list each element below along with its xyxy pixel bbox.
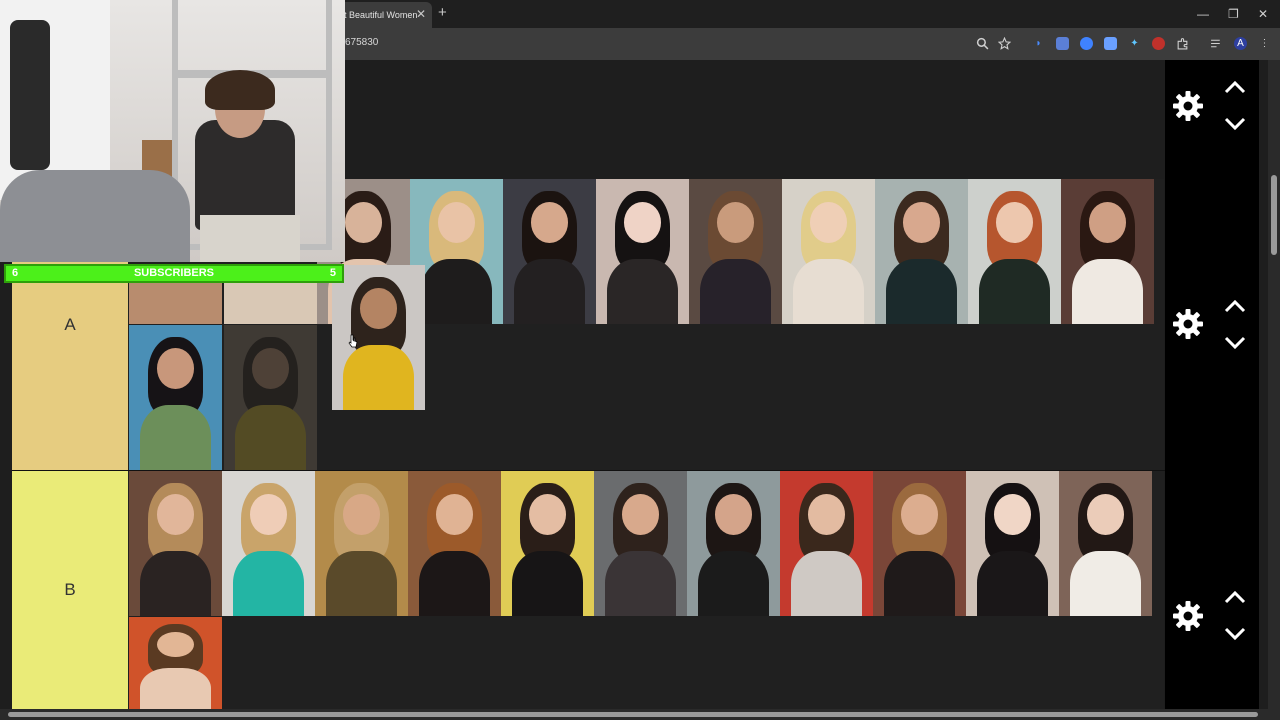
gear-icon[interactable] (1172, 600, 1204, 632)
tier-item[interactable] (501, 471, 594, 616)
tier-item-dragging[interactable] (332, 265, 425, 410)
tier-item[interactable] (503, 179, 596, 324)
profile-avatar-icon[interactable]: A (1234, 37, 1247, 50)
tier-item[interactable] (780, 471, 873, 616)
close-window-button[interactable]: ✕ (1258, 6, 1268, 22)
tier-item[interactable] (875, 179, 968, 324)
zoom-icon[interactable] (976, 37, 989, 50)
webcam-overlay (0, 0, 345, 262)
bookmark-star-icon[interactable] (998, 37, 1011, 50)
extension-s-icon[interactable] (1080, 37, 1093, 50)
tier-item[interactable] (689, 179, 782, 324)
tier-item[interactable] (594, 471, 687, 616)
mouse-cursor-icon (348, 334, 358, 348)
new-tab-button[interactable]: + (438, 5, 447, 21)
restore-button[interactable]: ❐ (1228, 6, 1239, 22)
minimize-button[interactable]: — (1197, 6, 1209, 22)
person-foreground (0, 170, 190, 262)
tier-item[interactable] (224, 283, 317, 324)
tier-item[interactable] (968, 179, 1061, 324)
tier-item[interactable] (315, 471, 408, 616)
tier-item[interactable] (596, 179, 689, 324)
chevron-down-icon[interactable] (1224, 336, 1246, 350)
extension-window-icon[interactable] (1056, 37, 1069, 50)
extensions-puzzle-icon[interactable] (1176, 37, 1189, 50)
chevron-down-icon[interactable] (1224, 627, 1246, 641)
vertical-scrollbar[interactable] (1268, 60, 1280, 710)
gear-icon[interactable] (1172, 308, 1204, 340)
tier-item[interactable] (966, 471, 1059, 616)
tab-close-icon[interactable]: ✕ (416, 7, 426, 21)
subscriber-label: SUBSCRIBERS (133, 267, 215, 279)
chevron-up-icon[interactable] (1224, 299, 1246, 313)
tier-item-placeholder (224, 325, 317, 470)
menu-kebab-icon[interactable]: ⋮ (1258, 37, 1271, 50)
subscriber-count-right: 5 (329, 267, 336, 279)
tier-item[interactable] (408, 471, 501, 616)
screen: t Beautiful Women ✕ + — ❐ ✕ 675830 ◗ ✦ A… (0, 0, 1280, 720)
chevron-up-icon[interactable] (1224, 80, 1246, 94)
tier-item[interactable] (782, 179, 875, 324)
horizontal-scroll-thumb[interactable] (8, 712, 1258, 717)
person-hair (205, 70, 275, 110)
tier-item[interactable] (129, 471, 222, 616)
chevron-up-icon[interactable] (1224, 590, 1246, 604)
extension-sound-icon[interactable]: ◗ (1032, 37, 1045, 50)
chevron-down-icon[interactable] (1224, 117, 1246, 131)
tier-item[interactable] (873, 471, 966, 616)
tier-item[interactable] (1059, 471, 1152, 616)
subscriber-goal-bar: 6 SUBSCRIBERS 5 (4, 264, 344, 283)
tier-item[interactable] (129, 325, 222, 470)
extension-kite-icon[interactable]: ✦ (1128, 37, 1141, 50)
tier-item[interactable] (687, 471, 780, 616)
extension-save-icon[interactable] (1104, 37, 1117, 50)
hanging-coat (10, 20, 50, 170)
tier-item[interactable] (222, 471, 315, 616)
tier-item[interactable] (1061, 179, 1154, 324)
tier-item[interactable] (129, 617, 222, 709)
gear-icon[interactable] (1172, 90, 1204, 122)
extension-red-icon[interactable] (1152, 37, 1165, 50)
tier-item[interactable] (129, 283, 222, 324)
tier-label-b[interactable]: B (12, 471, 128, 709)
person-legs (200, 215, 300, 262)
address-bar-url[interactable]: 675830 (345, 37, 378, 48)
media-queue-icon[interactable] (1210, 37, 1223, 50)
vertical-scroll-thumb[interactable] (1271, 175, 1277, 255)
